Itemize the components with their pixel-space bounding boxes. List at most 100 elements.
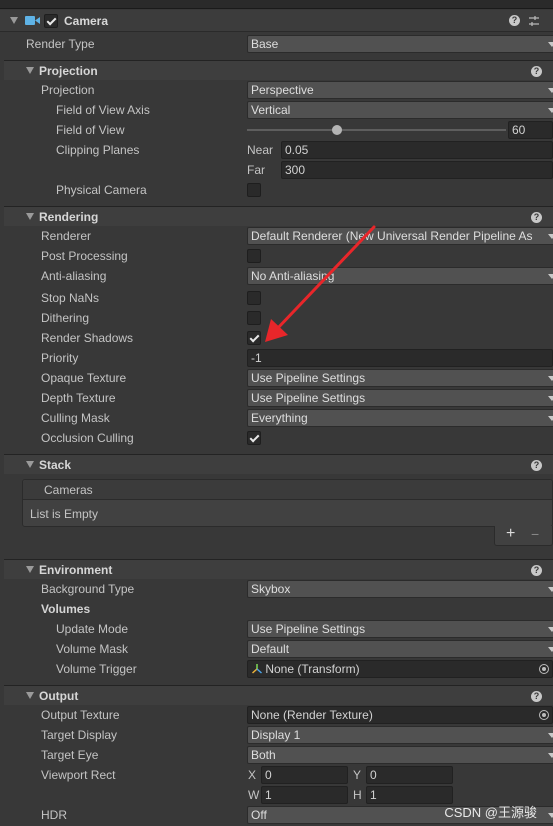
dithering-label: Dithering (41, 311, 90, 325)
render-type-value: Base (251, 37, 279, 51)
transform-icon (252, 664, 262, 674)
viewport-h-field[interactable]: 1 (366, 786, 453, 804)
target-display-label: Target Display (41, 728, 118, 742)
fold-arrow-icon[interactable] (26, 566, 34, 573)
projection-section-header[interactable]: Projection ? (4, 60, 553, 80)
component-header[interactable]: Camera ? (0, 10, 553, 32)
environment-section-header[interactable]: Environment ? (4, 559, 553, 579)
post-processing-checkbox[interactable] (247, 249, 261, 263)
anti-aliasing-dropdown[interactable]: No Anti-aliasing (247, 267, 553, 285)
fold-arrow-icon[interactable] (26, 692, 34, 699)
projection-value: Perspective (251, 83, 314, 97)
projection-dropdown[interactable]: Perspective (247, 81, 553, 99)
help-icon[interactable]: ? (509, 15, 520, 26)
chevron-down-icon (548, 376, 553, 381)
chevron-down-icon (548, 108, 553, 113)
anti-aliasing-label: Anti-aliasing (41, 269, 107, 283)
viewport-w-value: 1 (265, 788, 272, 802)
component-enabled-checkbox[interactable] (44, 14, 58, 28)
fov-label: Field of View (56, 123, 125, 137)
fold-arrow-icon[interactable] (26, 461, 34, 468)
output-section-title: Output (39, 689, 79, 703)
near-field[interactable]: 0.05 (281, 141, 553, 159)
physical-camera-label: Physical Camera (56, 183, 147, 197)
volume-mask-value: Default (251, 642, 290, 656)
volume-trigger-field[interactable]: None (Transform) (247, 660, 553, 678)
viewport-x-label: X (248, 768, 257, 782)
object-picker-icon[interactable] (539, 664, 549, 674)
viewport-rect-label: Viewport Rect (41, 768, 116, 782)
stop-nans-checkbox[interactable] (247, 291, 261, 305)
stack-section-header[interactable]: Stack ? (4, 454, 553, 474)
update-mode-dropdown[interactable]: Use Pipeline Settings (247, 620, 553, 638)
help-icon[interactable]: ? (531, 66, 542, 77)
watermark-text: CSDN @王源骏 (444, 805, 537, 820)
dithering-checkbox[interactable] (247, 311, 261, 325)
viewport-h-label: H (353, 788, 362, 802)
projection-label: Projection (41, 83, 95, 97)
viewport-w-field[interactable]: 1 (261, 786, 348, 804)
chevron-down-icon (548, 234, 553, 239)
object-picker-icon[interactable] (539, 710, 549, 720)
slider-thumb[interactable] (332, 125, 342, 135)
output-texture-field[interactable]: None (Render Texture) (247, 706, 553, 724)
depth-texture-value: Use Pipeline Settings (251, 391, 366, 405)
anti-aliasing-value: No Anti-aliasing (251, 269, 335, 283)
priority-field[interactable]: -1 (247, 349, 553, 367)
environment-section-title: Environment (39, 563, 113, 577)
help-icon[interactable]: ? (531, 565, 542, 576)
help-icon[interactable]: ? (531, 691, 542, 702)
add-camera-button[interactable]: + (506, 525, 515, 543)
fold-arrow-icon[interactable] (10, 17, 18, 24)
chevron-down-icon (548, 274, 553, 279)
physical-camera-checkbox[interactable] (247, 183, 261, 197)
hdr-value: Off (251, 808, 267, 822)
target-display-value: Display 1 (251, 728, 301, 742)
fov-axis-dropdown[interactable]: Vertical (247, 101, 553, 119)
slider-track[interactable] (247, 129, 506, 131)
chevron-down-icon (548, 42, 553, 47)
culling-mask-label: Culling Mask (41, 411, 110, 425)
settings-sliders-icon[interactable] (528, 15, 540, 27)
fov-value: 60 (512, 123, 526, 137)
renderer-value: Default Renderer (New Universal Render P… (251, 229, 533, 243)
depth-texture-label: Depth Texture (41, 391, 116, 405)
renderer-dropdown[interactable]: Default Renderer (New Universal Render P… (247, 227, 553, 245)
volume-trigger-value: None (Transform) (265, 662, 360, 676)
depth-texture-dropdown[interactable]: Use Pipeline Settings (247, 389, 553, 407)
culling-mask-dropdown[interactable]: Everything (247, 409, 553, 427)
help-icon[interactable]: ? (531, 212, 542, 223)
viewport-y-value: 0 (370, 768, 377, 782)
viewport-x-value: 0 (265, 768, 272, 782)
remove-camera-button[interactable]: − (531, 526, 539, 542)
update-mode-label: Update Mode (56, 622, 129, 636)
volume-mask-dropdown[interactable]: Default (247, 640, 553, 658)
output-section-header[interactable]: Output ? (4, 685, 553, 705)
target-eye-label: Target Eye (41, 748, 99, 762)
fold-arrow-icon[interactable] (26, 67, 34, 74)
viewport-x-field[interactable]: 0 (261, 766, 348, 784)
fov-value-field[interactable]: 60 (508, 121, 553, 139)
background-type-dropdown[interactable]: Skybox (247, 580, 553, 598)
near-value: 0.05 (285, 143, 309, 157)
fov-slider[interactable] (247, 121, 506, 139)
opaque-texture-dropdown[interactable]: Use Pipeline Settings (247, 369, 553, 387)
viewport-y-field[interactable]: 0 (366, 766, 453, 784)
inspector-top-strip (0, 0, 553, 9)
chevron-down-icon (548, 627, 553, 632)
list-empty-text: List is Empty (30, 507, 99, 521)
render-type-label: Render Type (26, 37, 95, 51)
volume-mask-label: Volume Mask (56, 642, 129, 656)
target-eye-dropdown[interactable]: Both (247, 746, 553, 764)
occlusion-culling-checkbox[interactable] (247, 431, 261, 445)
opaque-texture-value: Use Pipeline Settings (251, 371, 366, 385)
check-mark-icon (46, 15, 57, 26)
rendering-section-header[interactable]: Rendering ? (4, 206, 553, 226)
fold-arrow-icon[interactable] (26, 213, 34, 220)
render-shadows-checkbox[interactable] (247, 331, 261, 345)
help-icon[interactable]: ? (531, 460, 542, 471)
far-field[interactable]: 300 (281, 161, 553, 179)
render-type-dropdown[interactable]: Base (247, 35, 553, 53)
target-display-dropdown[interactable]: Display 1 (247, 726, 553, 744)
renderer-label: Renderer (41, 229, 92, 243)
